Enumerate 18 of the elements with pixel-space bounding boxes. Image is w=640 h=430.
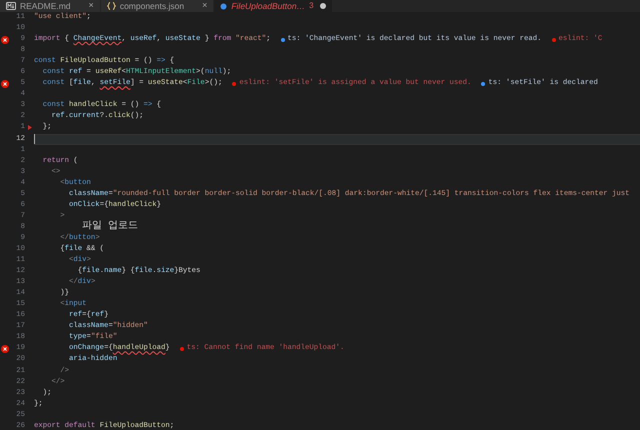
code-line: 파일 업로드 [81,221,138,234]
editor-tab[interactable]: FileUploadButton… 3 [214,0,333,12]
error-icon[interactable] [1,36,9,44]
tab-label: README.md [20,0,71,12]
editor-tab[interactable]: components.json × [100,0,214,12]
text-cursor [34,134,35,144]
editor-tab[interactable]: README.md × [0,0,101,12]
error-icon[interactable] [1,80,9,88]
close-icon[interactable]: × [88,0,94,13]
close-icon[interactable]: × [202,0,208,13]
error-count: 3 [309,0,314,12]
error-icon[interactable] [1,344,9,353]
tab-label: components.json [120,0,184,12]
markdown-file-icon [6,2,16,10]
circle-icon [220,2,228,10]
braces-icon [106,2,116,10]
tab-label: FileUploadButton… [231,0,306,12]
triangle-icon[interactable] [28,125,32,130]
